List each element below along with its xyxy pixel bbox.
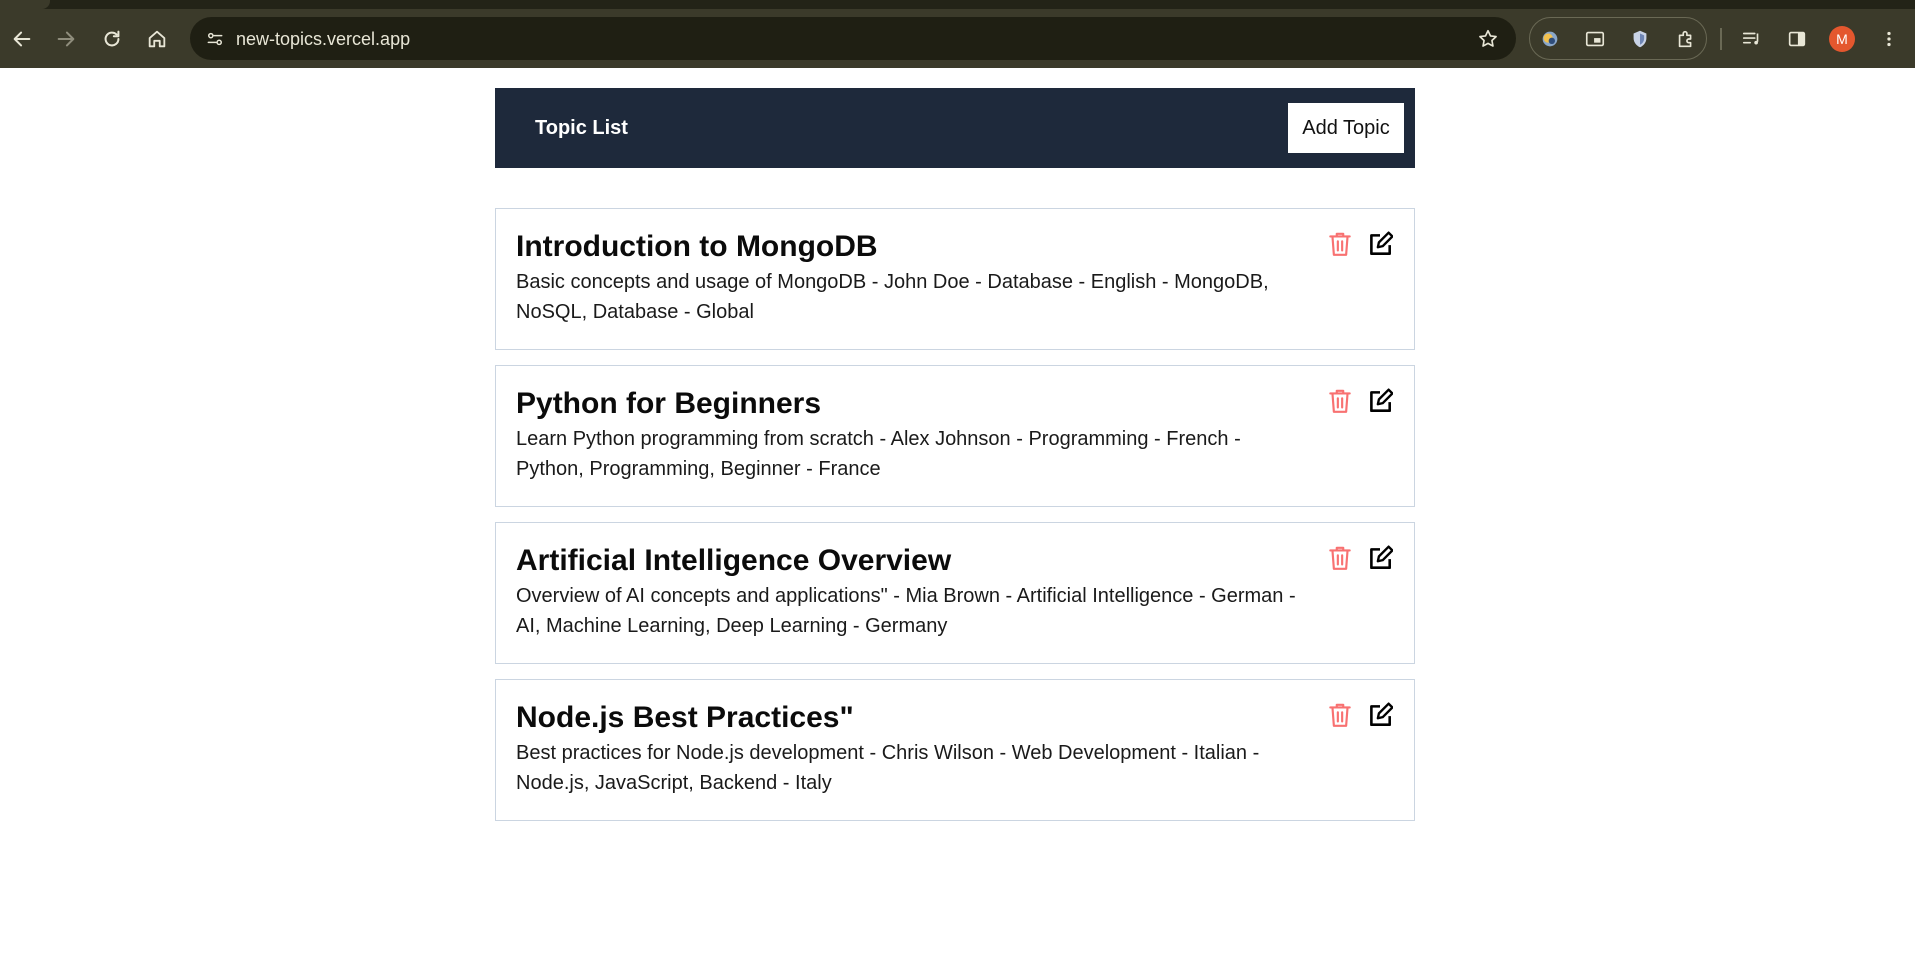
back-icon <box>13 31 31 47</box>
toolbar-separator <box>1720 28 1722 50</box>
browser-toolbar: new-topics.vercel.app M <box>0 0 1915 68</box>
extension-icon <box>1542 31 1558 47</box>
edit-button[interactable] <box>1366 700 1394 730</box>
url-text[interactable]: new-topics.vercel.app <box>236 29 410 50</box>
topic-title: Python for Beginners <box>516 387 822 420</box>
home-button[interactable] <box>139 21 175 57</box>
edit-button[interactable] <box>1366 229 1394 259</box>
reload-button[interactable] <box>94 21 130 57</box>
trash-icon <box>1329 546 1351 570</box>
site-info-button[interactable] <box>200 24 230 54</box>
brand-link[interactable]: Topic List <box>535 117 628 140</box>
topic-card: Introduction to MongoDB Basic concepts a… <box>495 208 1415 350</box>
menu-button[interactable] <box>1874 24 1904 54</box>
forward-button[interactable] <box>48 21 84 57</box>
edit-icon <box>1370 231 1393 255</box>
media-queue-icon <box>1742 32 1759 45</box>
topic-description: Overview of AI concepts and applications… <box>516 585 1296 637</box>
page-container: Topic List Add Topic Introduction to Mon… <box>495 88 1415 836</box>
edit-button[interactable] <box>1366 543 1394 573</box>
topic-title: Introduction to MongoDB <box>516 230 878 263</box>
topic-description: Best practices for Node.js development -… <box>516 742 1260 794</box>
edit-icon <box>1370 702 1393 726</box>
picture-in-picture-icon <box>1585 31 1605 47</box>
bookmark-star-icon <box>1479 29 1497 47</box>
trash-icon <box>1329 232 1351 256</box>
tab-strip <box>0 0 1915 9</box>
address-bar[interactable]: new-topics.vercel.app <box>190 17 1516 60</box>
topic-description: Basic concepts and usage of MongoDB - Jo… <box>516 271 1269 323</box>
topic-title: Node.js Best Practices" <box>516 701 854 734</box>
media-queue-button[interactable] <box>1737 24 1767 54</box>
reload-icon <box>104 30 120 47</box>
site-info-icon <box>207 32 223 46</box>
shield-icon <box>1633 30 1647 48</box>
active-tab-edge[interactable] <box>0 0 50 9</box>
navbar: Topic List Add Topic <box>495 88 1415 168</box>
shield-button[interactable] <box>1625 24 1655 54</box>
edit-button[interactable] <box>1366 386 1394 416</box>
forward-icon <box>57 31 75 47</box>
add-topic-button[interactable]: Add Topic <box>1288 103 1404 153</box>
side-panel-icon <box>1788 31 1806 47</box>
delete-button[interactable] <box>1326 543 1354 573</box>
topic-card: Node.js Best Practices" Best practices f… <box>495 679 1415 821</box>
delete-button[interactable] <box>1326 700 1354 730</box>
puzzle-icon <box>1678 30 1692 48</box>
home-icon <box>148 30 166 48</box>
back-button[interactable] <box>4 21 40 57</box>
side-panel-button[interactable] <box>1782 24 1812 54</box>
topic-card: Python for Beginners Learn Python progra… <box>495 365 1415 507</box>
card-actions <box>1326 229 1394 259</box>
picture-in-picture-button[interactable] <box>1580 24 1610 54</box>
topic-title: Artificial Intelligence Overview <box>516 544 952 577</box>
delete-button[interactable] <box>1326 229 1354 259</box>
trash-icon <box>1329 703 1351 727</box>
card-actions <box>1326 700 1394 730</box>
trash-icon <box>1329 389 1351 413</box>
topic-list: Introduction to MongoDB Basic concepts a… <box>495 208 1415 821</box>
puzzle-button[interactable] <box>1671 24 1701 54</box>
delete-button[interactable] <box>1326 386 1354 416</box>
edit-icon <box>1370 388 1393 412</box>
topic-description: Learn Python programming from scratch - … <box>516 428 1241 480</box>
card-actions <box>1326 543 1394 573</box>
bookmark-button[interactable] <box>1474 25 1502 53</box>
topic-card: Artificial Intelligence Overview Overvie… <box>495 522 1415 664</box>
profile-avatar[interactable]: M <box>1829 26 1855 52</box>
card-actions <box>1326 386 1394 416</box>
more-vert-icon <box>1887 31 1891 47</box>
edit-icon <box>1370 545 1393 569</box>
extension-button[interactable] <box>1535 24 1565 54</box>
